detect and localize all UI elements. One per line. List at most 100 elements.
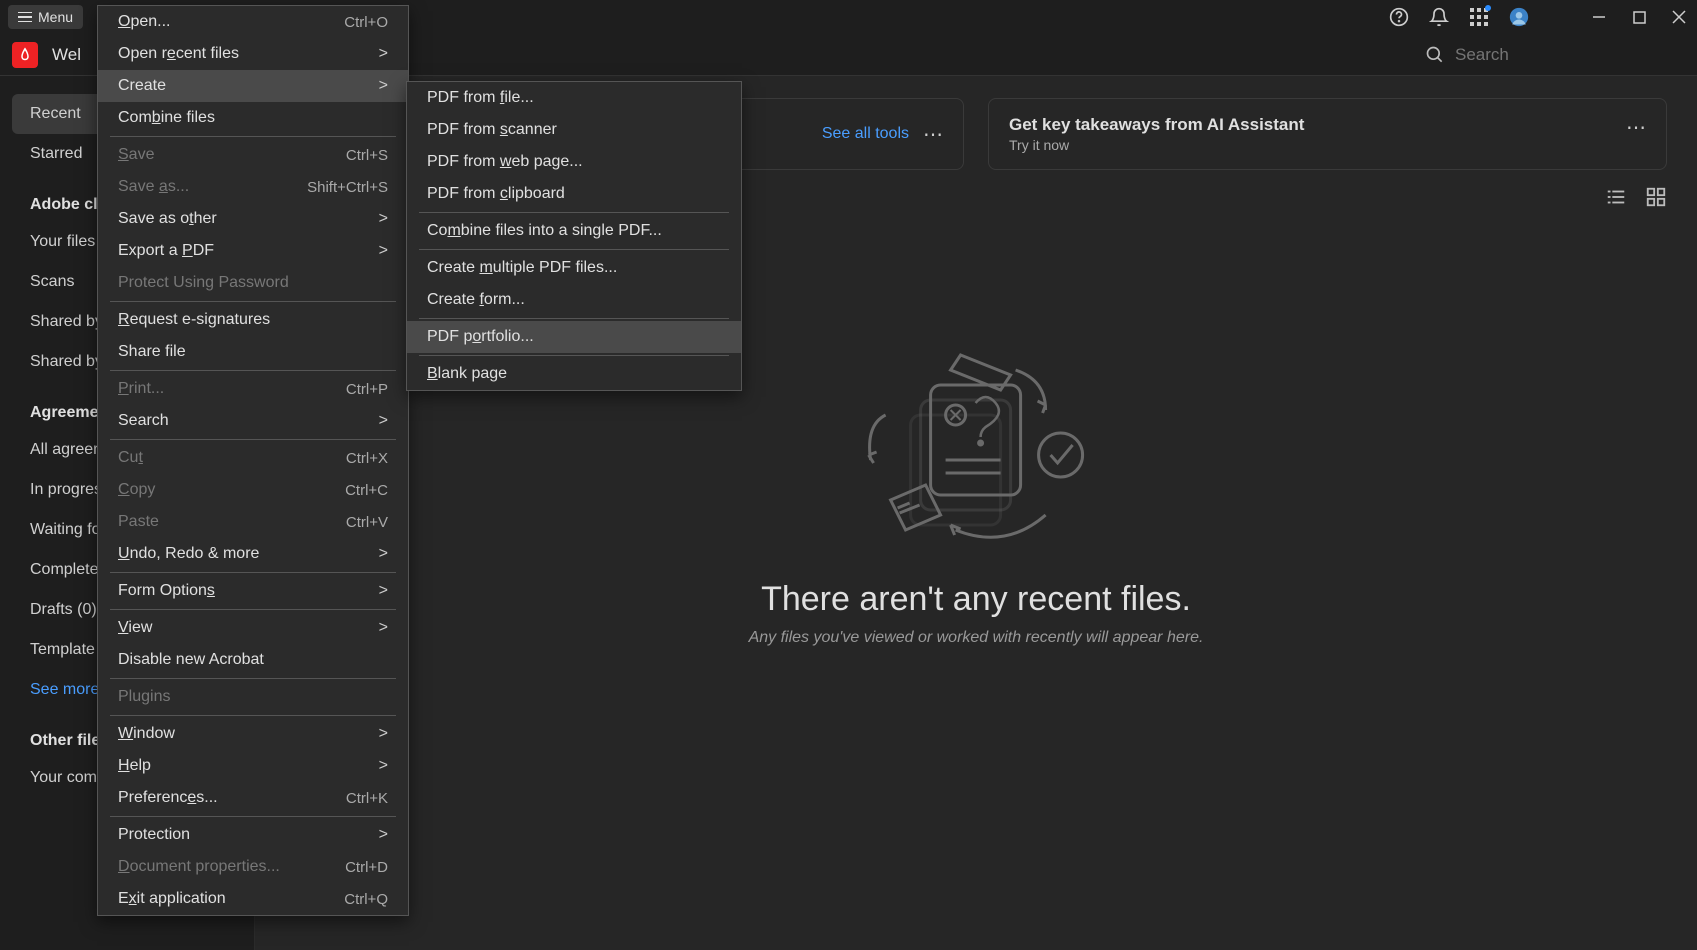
submenu-item-pdf-portfolio[interactable]: PDF portfolio...	[407, 321, 741, 353]
maximize-icon[interactable]	[1629, 7, 1649, 27]
create-submenu: PDF from file... PDF from scanner PDF from…	[406, 81, 742, 391]
chevron-right-icon: >	[379, 242, 388, 260]
submenu-item-pdf-from-web-page[interactable]: PDF from web page...	[407, 146, 741, 178]
menu-item-request-e-signatures[interactable]: Request e-signatures	[98, 304, 408, 336]
submenu-item-pdf-from-scanner[interactable]: PDF from scanner	[407, 114, 741, 146]
menu-item-help[interactable]: Help>	[98, 750, 408, 782]
menu-separator	[110, 715, 396, 716]
menu-shortcut: Ctrl+P	[346, 381, 388, 398]
submenu-separator	[419, 355, 729, 356]
menu-item-label: Open recent files	[118, 45, 239, 63]
menu-item-label: Help	[118, 757, 151, 775]
menu-item-open-recent-files[interactable]: Open recent files>	[98, 38, 408, 70]
search-input[interactable]	[1455, 45, 1655, 65]
menu-item-label: Document properties...	[118, 858, 280, 876]
apps-icon[interactable]	[1469, 7, 1489, 27]
close-icon[interactable]	[1669, 7, 1689, 27]
menu-button[interactable]: Menu	[8, 5, 83, 29]
submenu-item-label: PDF from file...	[427, 89, 534, 107]
menu-shortcut: Ctrl+O	[344, 14, 388, 31]
help-icon[interactable]	[1389, 7, 1409, 27]
submenu-item-combine-files-into-a-single-pdf[interactable]: Combine files into a single PDF...	[407, 215, 741, 247]
menu-separator	[110, 572, 396, 573]
menu-item-create[interactable]: Create>	[98, 70, 408, 102]
profile-avatar[interactable]	[1509, 7, 1529, 27]
menu-separator	[110, 609, 396, 610]
menu-separator	[110, 816, 396, 817]
menu-item-document-properties: Document properties...Ctrl+D	[98, 851, 408, 883]
chevron-right-icon: >	[379, 619, 388, 637]
chevron-right-icon: >	[379, 77, 388, 95]
card-ai-assistant[interactable]: Get key takeaways from AI Assistant Try …	[988, 98, 1667, 170]
menu-item-disable-new-acrobat[interactable]: Disable new Acrobat	[98, 644, 408, 676]
menu-item-plugins: Plugins	[98, 681, 408, 713]
menu-separator	[110, 301, 396, 302]
card-assistant-more-icon[interactable]: ⋯	[1626, 115, 1646, 140]
menu-item-combine-files[interactable]: Combine files	[98, 102, 408, 134]
see-all-tools-link[interactable]: See all tools	[822, 125, 909, 143]
menu-item-label: Preferences...	[118, 789, 218, 807]
submenu-item-label: Create multiple PDF files...	[427, 259, 617, 277]
menu-item-label: Form Options	[118, 582, 215, 600]
menu-separator	[110, 439, 396, 440]
submenu-item-label: Blank page	[427, 365, 507, 383]
menu-item-label: Paste	[118, 513, 159, 531]
bell-icon[interactable]	[1429, 7, 1449, 27]
menu-item-export-a-pdf[interactable]: Export a PDF>	[98, 235, 408, 267]
menu-separator	[110, 370, 396, 371]
menu-item-label: Share file	[118, 343, 186, 361]
menu-item-label: Protect Using Password	[118, 274, 289, 292]
menu-item-cut: CutCtrl+X	[98, 442, 408, 474]
menu-item-open[interactable]: Open... Ctrl+O	[98, 6, 408, 38]
menu-item-search[interactable]: Search >	[98, 405, 408, 437]
chevron-right-icon: >	[379, 412, 388, 430]
menu-shortcut: Ctrl+S	[346, 147, 388, 164]
menu-item-window[interactable]: Window>	[98, 718, 408, 750]
submenu-item-pdf-from-clipboard[interactable]: PDF from clipboard	[407, 178, 741, 210]
main-menu: Open...Ctrl+OOpen recent files>Create>Co…	[97, 5, 409, 916]
menu-item-protect-using-password: Protect Using Password	[98, 267, 408, 299]
list-view-icon[interactable]	[1605, 186, 1627, 213]
submenu-item-pdf-from-file[interactable]: PDF from file...	[407, 82, 741, 114]
menu-item-label: Plugins	[118, 688, 170, 706]
submenu-item-label: PDF from scanner	[427, 121, 557, 139]
card-assistant-sub: Try it now	[1009, 137, 1304, 153]
menu-separator	[110, 678, 396, 679]
submenu-item-label: PDF portfolio...	[427, 328, 534, 346]
menu-item-share-file[interactable]: Share file	[98, 336, 408, 368]
menu-item-label: Print...	[118, 380, 164, 398]
submenu-item-blank-page[interactable]: Blank page	[407, 358, 741, 390]
menu-item-view[interactable]: View >	[98, 612, 408, 644]
menu-item-save-as-other[interactable]: Save as other>	[98, 203, 408, 235]
menu-shortcut: Ctrl+C	[345, 482, 388, 499]
menu-item-label: Open...	[118, 13, 170, 31]
search-box[interactable]	[1425, 45, 1655, 65]
menu-item-label: Undo, Redo & more	[118, 545, 259, 563]
grid-view-icon[interactable]	[1645, 186, 1667, 213]
menu-item-label: View	[118, 619, 152, 637]
submenu-item-label: PDF from clipboard	[427, 185, 565, 203]
menu-item-undo-redo-more[interactable]: Undo, Redo & more>	[98, 538, 408, 570]
minimize-icon[interactable]	[1589, 7, 1609, 27]
menu-shortcut: Ctrl+K	[346, 790, 388, 807]
menu-item-paste: PasteCtrl+V	[98, 506, 408, 538]
menu-item-label: Cut	[118, 449, 143, 467]
menu-item-form-options[interactable]: Form Options >	[98, 575, 408, 607]
menu-item-protection[interactable]: Protection>	[98, 819, 408, 851]
menu-item-exit-application[interactable]: Exit applicationCtrl+Q	[98, 883, 408, 915]
menu-item-preferences[interactable]: Preferences... Ctrl+K	[98, 782, 408, 814]
menu-item-label: Search	[118, 412, 169, 430]
chevron-right-icon: >	[379, 582, 388, 600]
menu-item-label: Combine files	[118, 109, 215, 127]
empty-subtitle: Any files you've viewed or worked with r…	[749, 629, 1204, 647]
card-more-icon[interactable]: ⋯	[923, 122, 943, 147]
submenu-item-create-multiple-pdf-files[interactable]: Create multiple PDF files...	[407, 252, 741, 284]
menu-item-save: SaveCtrl+S	[98, 139, 408, 171]
submenu-separator	[419, 249, 729, 250]
submenu-item-create-form[interactable]: Create form...	[407, 284, 741, 316]
search-icon	[1425, 45, 1445, 65]
menu-item-label: Request e-signatures	[118, 311, 270, 329]
tab-welcome[interactable]: Wel	[52, 45, 81, 65]
empty-title: There aren't any recent files.	[749, 580, 1204, 619]
chevron-right-icon: >	[379, 210, 388, 228]
